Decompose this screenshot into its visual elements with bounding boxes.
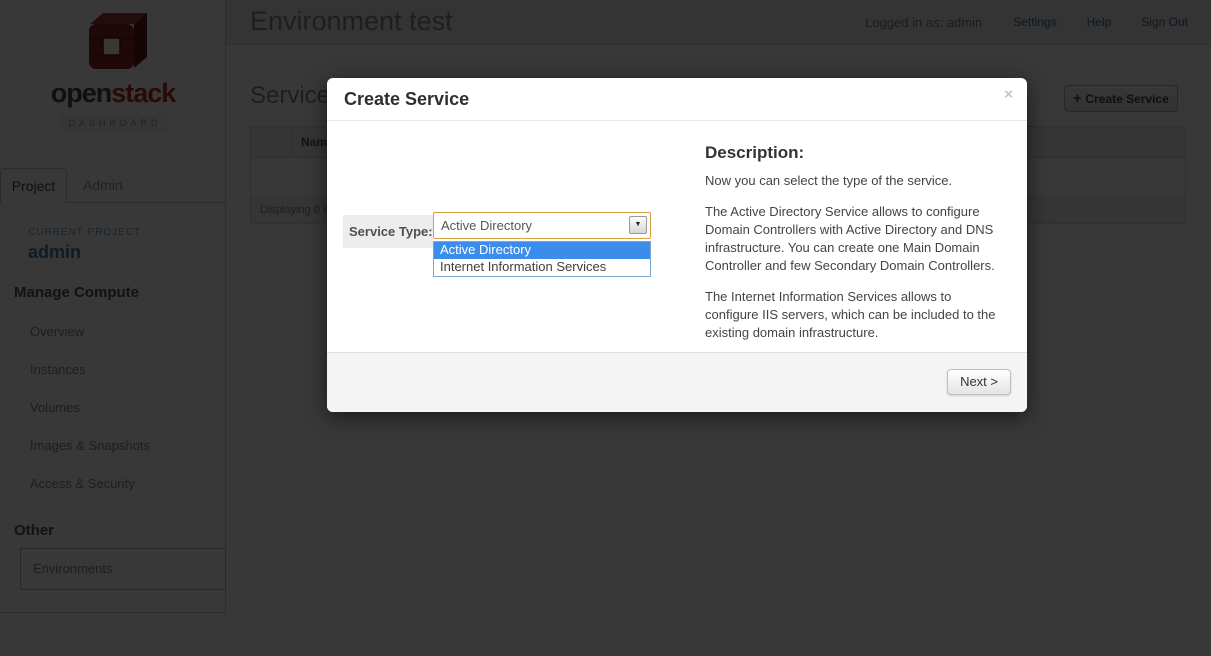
- create-service-modal: Create Service × Service Type: Active Di…: [327, 78, 1027, 412]
- dropdown-arrow-icon[interactable]: ▼: [629, 216, 647, 234]
- next-button[interactable]: Next >: [947, 369, 1011, 395]
- modal-header: Create Service ×: [327, 78, 1027, 121]
- service-type-dropdown-list: Active Directory Internet Information Se…: [433, 241, 651, 277]
- description-paragraph: Now you can select the type of the servi…: [705, 173, 953, 188]
- service-type-selected-value: Active Directory: [441, 218, 533, 233]
- option-active-directory[interactable]: Active Directory: [434, 242, 650, 259]
- description-panel: Description: Now you can select the type…: [705, 143, 1007, 355]
- description-paragraph: The Internet Information Services allows…: [705, 289, 996, 340]
- service-type-label: Service Type:: [343, 215, 433, 248]
- description-heading: Description:: [705, 143, 805, 162]
- option-internet-information-services[interactable]: Internet Information Services: [434, 259, 650, 276]
- modal-title: Create Service: [344, 89, 470, 109]
- modal-body: Service Type: Active Directory ▼ Active …: [327, 121, 1027, 352]
- service-type-select[interactable]: Active Directory ▼: [433, 212, 651, 239]
- modal-footer: Next >: [327, 352, 1027, 412]
- close-icon[interactable]: ×: [1004, 87, 1013, 102]
- description-paragraph: The Active Directory Service allows to c…: [705, 204, 995, 273]
